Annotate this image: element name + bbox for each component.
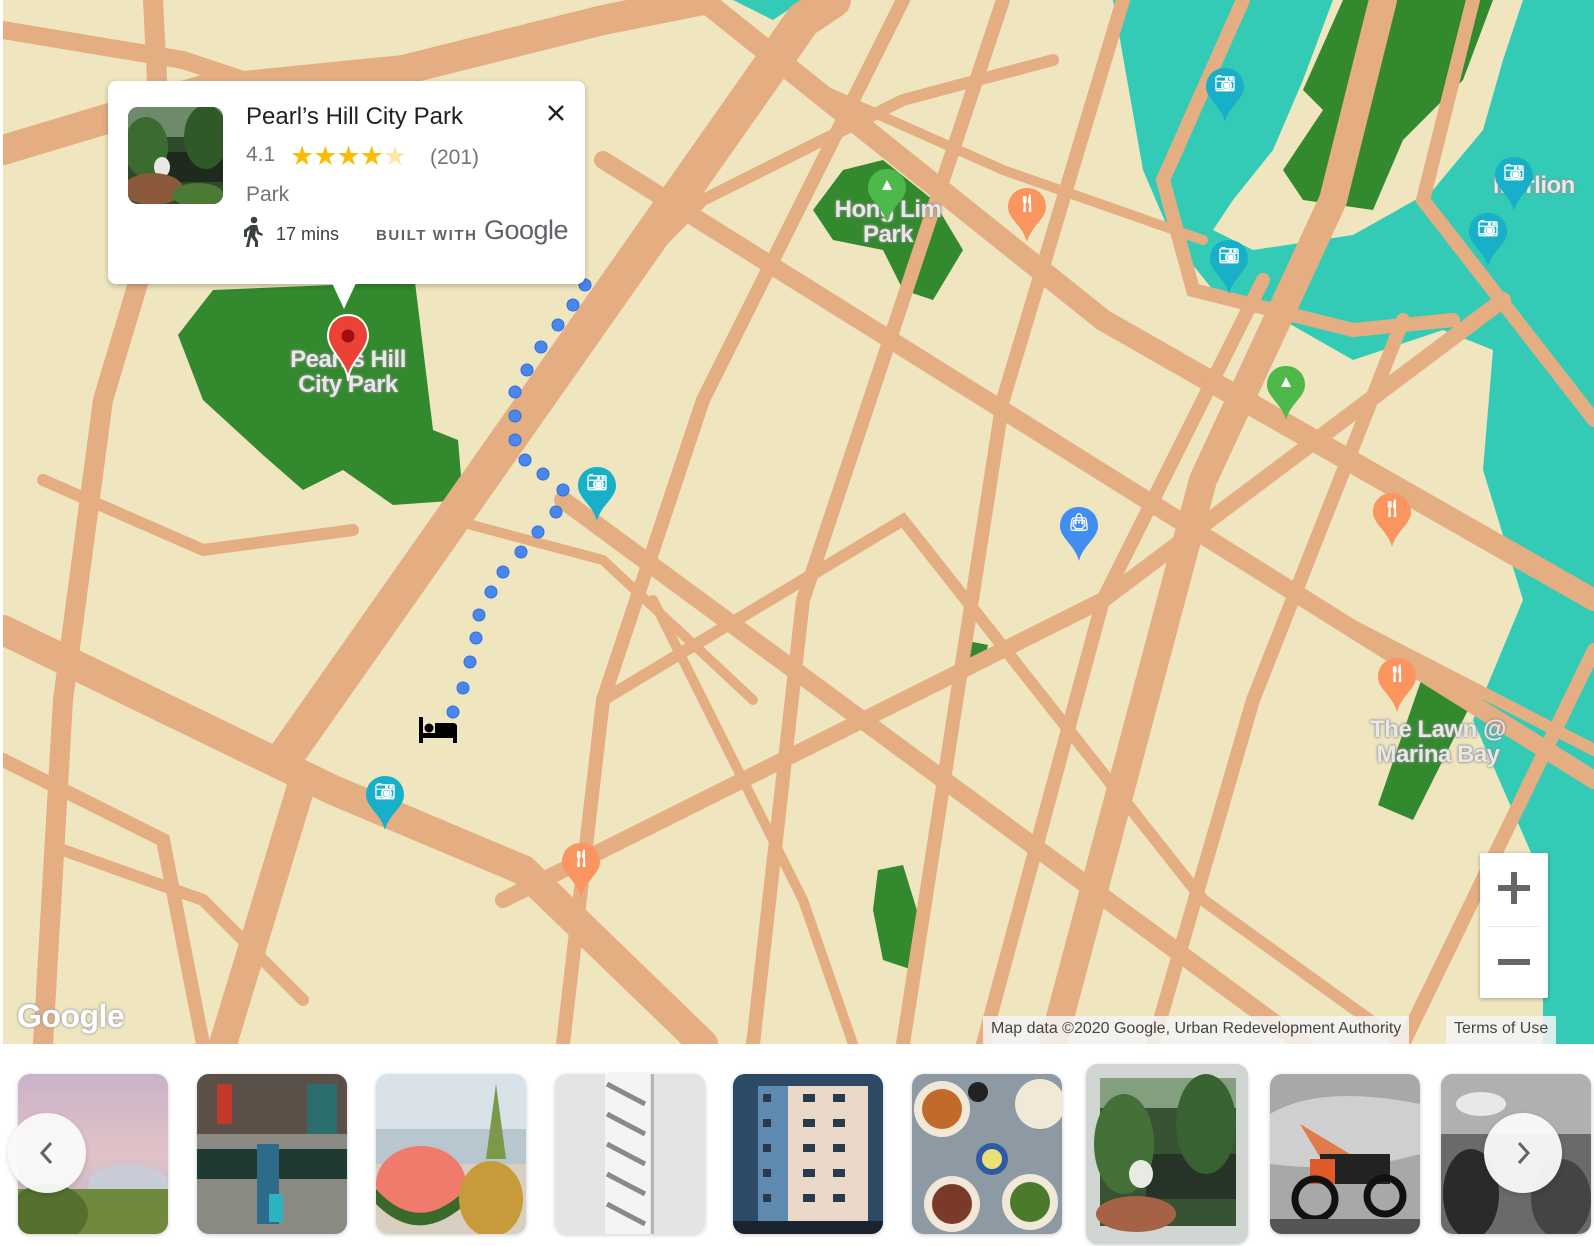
walking-icon	[242, 216, 264, 248]
zoom-in-button[interactable]	[1480, 853, 1548, 923]
fork-knife-icon: 🍴︎	[1386, 664, 1408, 683]
review-count[interactable]: (201)	[430, 146, 479, 170]
place-info-card[interactable]: Pearl’s Hill City Park 4.1 ★★★★★ (201) P…	[108, 81, 585, 309]
google-brand-logo: Google	[484, 215, 569, 245]
built-with-label: BUILT WITH	[376, 227, 478, 244]
park-pin[interactable]: ▲	[1265, 364, 1307, 422]
attraction-pin[interactable]: 📷︎	[1204, 66, 1246, 124]
camera-icon: 📷︎	[1218, 246, 1240, 265]
tree-icon: ▲	[878, 175, 896, 194]
place-type: Park	[246, 183, 290, 206]
hotel-marker[interactable]	[417, 713, 459, 745]
watermelon-pineapple-photo[interactable]	[376, 1074, 526, 1234]
place-thumbnail[interactable]	[128, 107, 223, 204]
motorcycle-mural-photo[interactable]	[1270, 1074, 1420, 1234]
camera-icon: 📷︎	[1477, 219, 1499, 238]
park-pin[interactable]: ▲	[866, 167, 908, 225]
terms-of-use-link[interactable]: Terms of Use	[1446, 1016, 1557, 1047]
map-pin-icon	[326, 313, 370, 382]
attraction-pin[interactable]: 📷︎	[1467, 211, 1509, 269]
map-label-lawn-marina-bay[interactable]: The Lawn @ Marina Bay	[1363, 717, 1513, 767]
camera-icon: 📷︎	[374, 782, 396, 801]
street-hawker-photo[interactable]	[197, 1074, 347, 1234]
tree-icon: ▲	[1277, 372, 1295, 391]
apartment-block-photo[interactable]	[733, 1074, 883, 1234]
noodle-bowls-photo[interactable]	[912, 1074, 1062, 1234]
google-logo[interactable]: Google	[17, 998, 125, 1035]
camera-icon: 📷︎	[586, 473, 608, 492]
shopping-bag-icon: 👜︎	[1068, 513, 1090, 532]
white-building-stairs-photo[interactable]	[555, 1074, 705, 1234]
restaurant-pin[interactable]: 🍴︎	[1376, 656, 1418, 714]
chevron-left-icon	[39, 1141, 53, 1165]
camera-icon: 📷︎	[1503, 163, 1525, 182]
camera-icon: 📷︎	[1214, 74, 1236, 93]
photo-carousel	[0, 1044, 1594, 1246]
restaurant-pin[interactable]: 🍴︎	[1371, 491, 1413, 549]
place-title: Pearl’s Hill City Park	[246, 103, 463, 130]
fork-knife-icon: 🍴︎	[1016, 194, 1038, 213]
attraction-pin[interactable]: 📷︎	[1208, 238, 1250, 296]
restaurant-pin[interactable]: 🍴︎	[560, 841, 602, 899]
minus-icon	[1498, 959, 1530, 965]
attraction-pin[interactable]: 📷︎	[364, 774, 406, 832]
shopping-pin[interactable]: 👜︎	[1058, 505, 1100, 563]
carousel-prev-button[interactable]	[8, 1113, 86, 1193]
card-pointer	[332, 283, 356, 309]
pearls-hill-pond-photo[interactable]	[1086, 1064, 1248, 1244]
rating-value: 4.1	[246, 143, 276, 166]
close-button[interactable]	[544, 101, 568, 125]
attraction-pin[interactable]: 📷︎	[576, 465, 618, 523]
fork-knife-icon: 🍴︎	[570, 849, 592, 868]
carousel-next-button[interactable]	[1484, 1113, 1562, 1193]
close-icon	[548, 105, 564, 121]
chevron-right-icon	[1517, 1141, 1531, 1165]
rating-stars: ★★★★★	[290, 141, 407, 172]
fork-knife-icon: 🍴︎	[1381, 499, 1403, 518]
star-icon-empty: ★	[382, 141, 407, 171]
plus-icon	[1498, 872, 1530, 904]
bed-icon	[419, 717, 457, 743]
selected-place-pin[interactable]	[325, 313, 371, 383]
walk-time: 17 mins	[276, 224, 340, 244]
zoom-out-button[interactable]	[1480, 927, 1548, 997]
attraction-pin[interactable]: 📷︎	[1493, 155, 1535, 213]
star-icon-filled: ★★★★	[290, 141, 384, 171]
map-attribution: Map data ©2020 Google, Urban Redevelopme…	[983, 1016, 1410, 1047]
restaurant-pin[interactable]: 🍴︎	[1006, 186, 1048, 244]
zoom-controls	[1480, 853, 1548, 998]
